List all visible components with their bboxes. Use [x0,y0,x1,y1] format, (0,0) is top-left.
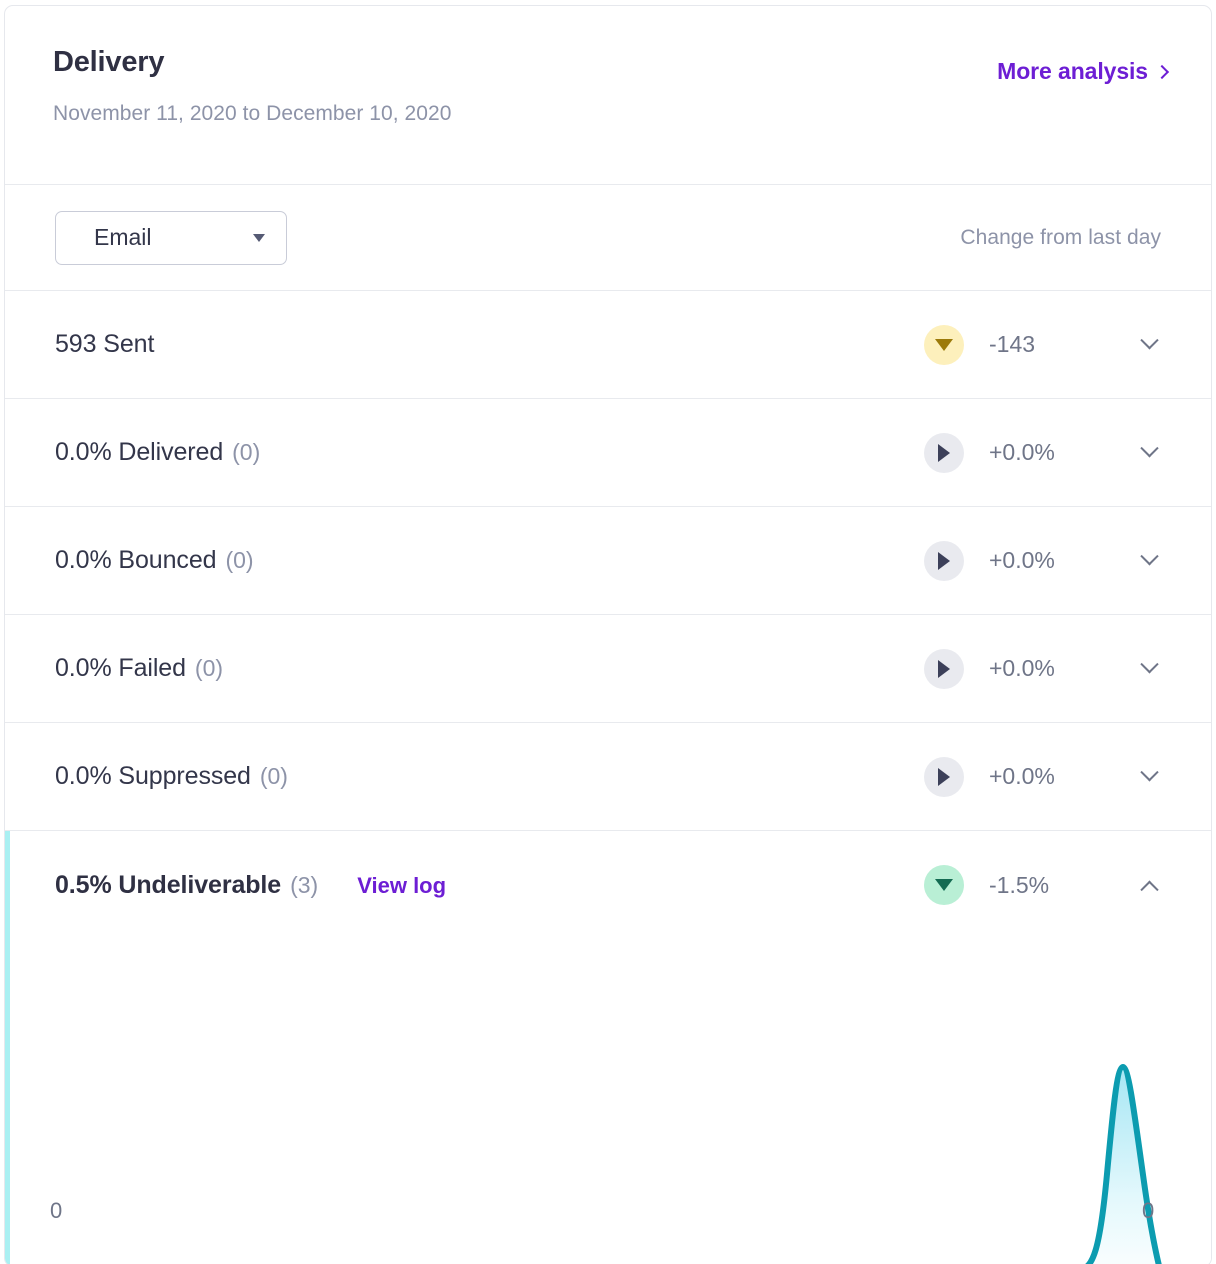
change-column-label: Change from last day [960,225,1161,249]
more-analysis-link[interactable]: More analysis [997,58,1170,85]
triangle-right-icon [938,659,950,678]
metric-label: 593 Sent [55,330,155,358]
trend-badge [924,324,964,365]
trend-badge [924,540,964,581]
metric-label: 0.0% Delivered [55,438,224,466]
more-analysis-label: More analysis [997,58,1148,84]
chevron-down-icon[interactable] [1131,759,1167,795]
trend-badge [924,865,964,905]
chevron-down-icon[interactable] [1131,435,1167,471]
metric-row-right: -1.5% [924,865,1167,905]
metric-label: 0.0% Failed [55,654,186,682]
metric-label: 0.0% Suppressed [55,762,251,790]
metric-row[interactable]: 0.0% Bounced (0) +0.0% [5,507,1211,615]
metric-count: (3) [290,871,319,898]
metric-row[interactable]: 0.0% Suppressed (0) +0.0% [5,723,1211,831]
view-log-link[interactable]: View log [357,874,446,897]
delivery-report-screen: Delivery November 11, 2020 to December 1… [0,0,1216,1264]
metric-row[interactable]: 0.0% Failed (0) +0.0% [5,615,1211,723]
trend-badge [924,648,964,689]
metric-row[interactable]: 0.0% Delivered (0) +0.0% [5,399,1211,507]
triangle-right-icon [938,443,950,462]
metric-list: 593 Sent -143 0.0% Delivered (0) +0.0% 0… [5,291,1211,1264]
chart-y-tick-left: 0 [50,1198,63,1223]
metric-row-right: +0.0% [924,540,1167,581]
metric-delta: +0.0% [989,439,1055,465]
metric-label: 0.5% Undeliverable [55,870,282,899]
metric-row-right: +0.0% [924,648,1167,689]
trend-badge [924,432,964,473]
metric-delta: -143 [989,331,1036,357]
metric-row-undeliverable[interactable]: 0.5% Undeliverable (3) View log -1.5% [5,831,1211,1264]
chevron-up-icon[interactable] [1131,867,1167,903]
triangle-right-icon [938,551,950,570]
metric-count: (0) [232,439,261,465]
caret-down-icon [253,233,265,242]
metric-row-right: +0.0% [924,756,1167,797]
chart-line [1085,1064,1162,1264]
delivery-card: Delivery November 11, 2020 to December 1… [4,5,1212,1264]
chevron-down-icon[interactable] [1131,543,1167,579]
triangle-right-icon [938,767,950,786]
metric-row-left: 0.0% Delivered (0) [55,440,924,465]
triangle-down-icon [935,879,953,891]
metric-delta: -1.5% [989,871,1050,898]
metric-delta: +0.0% [989,655,1055,681]
channel-select[interactable]: Email [55,210,287,265]
metric-label: 0.0% Bounced [55,546,217,574]
metric-row-left: 0.0% Suppressed (0) [55,764,924,789]
channel-select-value: Email [94,224,152,250]
metric-count: (0) [259,763,288,789]
metric-row-left: 0.0% Bounced (0) [55,548,924,573]
filter-bar: Email Change from last day [5,185,1211,291]
metric-row-left: 0.5% Undeliverable (3) View log [55,870,924,899]
chevron-down-icon[interactable] [1131,651,1167,687]
undeliverable-area-chart [1085,1064,1162,1264]
chevron-down-icon[interactable] [1131,327,1167,363]
metric-count: (0) [194,655,224,681]
date-range-label: November 11, 2020 to December 10, 2020 [53,102,452,125]
chart-y-tick-right: 0 [1142,1198,1155,1223]
triangle-down-icon [935,338,953,351]
undeliverable-chart-panel [5,939,1211,1264]
metric-row-right: -143 [924,324,1167,365]
trend-badge [924,756,964,797]
metric-row[interactable]: 593 Sent -143 [5,291,1211,399]
metric-row-left: 0.0% Failed (0) [55,656,924,681]
card-header: Delivery November 11, 2020 to December 1… [5,6,1211,185]
metric-count: (0) [225,547,254,573]
metric-row-right: +0.0% [924,432,1167,473]
metric-delta: +0.0% [989,763,1055,789]
chevron-right-icon [1154,64,1170,79]
metric-row-left: 593 Sent [55,332,924,357]
chart-area-fill [1089,1067,1160,1264]
metric-delta: +0.0% [989,547,1055,573]
